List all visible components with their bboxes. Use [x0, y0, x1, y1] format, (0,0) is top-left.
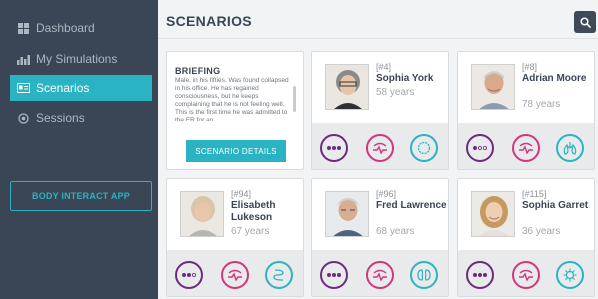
- dots-icon: [326, 145, 342, 151]
- specialty-badge[interactable]: [410, 261, 438, 289]
- cardiology-badge[interactable]: [512, 261, 540, 289]
- sidebar-item-sessions[interactable]: Sessions: [10, 105, 152, 131]
- search-icon: [579, 16, 591, 28]
- specialty-badge[interactable]: [410, 134, 438, 162]
- sidebar-item-label: Scenarios: [36, 81, 90, 95]
- sidebar: Dashboard My Simulations Scenarios Sessi…: [0, 0, 158, 299]
- cardiology-badge[interactable]: [366, 261, 394, 289]
- briefing-title: BRIEFING: [175, 66, 221, 76]
- header-divider: [158, 38, 598, 39]
- scenario-details-button[interactable]: SCENARIO DETAILS: [186, 140, 286, 162]
- avatar: [325, 64, 369, 110]
- briefing-card: BRIEFING Male, in his fifties. Was found…: [166, 51, 304, 170]
- scenario-id: [#115]: [522, 189, 547, 199]
- specialty-badge[interactable]: [556, 261, 584, 289]
- ecg-icon: [227, 269, 243, 281]
- patient-age: 68 years: [376, 226, 415, 237]
- patient-age: 36 years: [522, 226, 561, 237]
- scenario-id: [#96]: [376, 189, 397, 199]
- patient-name: Elisabeth Lukeson: [231, 200, 276, 223]
- specialty-badge[interactable]: [265, 261, 293, 289]
- cardiology-badge[interactable]: [512, 134, 540, 162]
- patient-age: 78 years: [522, 99, 561, 110]
- difficulty-badge[interactable]: [320, 261, 348, 289]
- search-button[interactable]: [574, 11, 596, 33]
- ecg-icon: [372, 269, 388, 281]
- scenario-card[interactable]: [#115] Sophia Garret 36 years: [457, 178, 595, 297]
- patient-name: Fred Lawrence: [376, 200, 447, 211]
- avatar: [471, 64, 515, 110]
- sidebar-item-scenarios[interactable]: Scenarios: [10, 75, 152, 101]
- digestive-icon: [271, 267, 287, 283]
- id-card-icon: [16, 81, 30, 95]
- patient-age: 67 years: [231, 226, 270, 237]
- patient-name: Sophia York: [376, 73, 434, 84]
- neuro-icon: [416, 140, 432, 156]
- page-title: SCENARIOS: [166, 13, 252, 29]
- dots-icon: [181, 272, 197, 278]
- avatar: [325, 191, 369, 237]
- dots-icon: [472, 145, 488, 151]
- patient-name: Adrian Moore: [522, 73, 587, 84]
- kidney-icon: [416, 267, 432, 283]
- briefing-text: Male, in his fifties. Was found collapse…: [175, 77, 289, 121]
- briefing-scrollbar[interactable]: [293, 86, 296, 112]
- patient-name: Sophia Garret: [522, 200, 589, 211]
- sidebar-item-dashboard[interactable]: Dashboard: [10, 15, 152, 41]
- sidebar-item-label: Sessions: [36, 111, 85, 125]
- target-icon: [16, 111, 30, 125]
- scenario-card[interactable]: [#96] Fred Lawrence 68 years: [311, 178, 449, 297]
- ecg-icon: [372, 142, 388, 154]
- sidebar-item-label: My Simulations: [36, 52, 118, 66]
- patient-age: 58 years: [376, 87, 415, 98]
- difficulty-badge[interactable]: [466, 134, 494, 162]
- dots-icon: [326, 272, 342, 278]
- grid-icon: [16, 21, 30, 35]
- difficulty-badge[interactable]: [320, 134, 348, 162]
- cardiology-badge[interactable]: [366, 134, 394, 162]
- avatar: [471, 191, 515, 237]
- ecg-icon: [518, 142, 534, 154]
- scenario-id: [#94]: [231, 189, 252, 199]
- cardiology-badge[interactable]: [221, 261, 249, 289]
- infection-icon: [562, 267, 578, 283]
- difficulty-badge[interactable]: [175, 261, 203, 289]
- scenario-id: [#8]: [522, 62, 538, 72]
- bar-chart-icon: [16, 52, 30, 66]
- scenario-card[interactable]: [#4] Sophia York 58 years: [311, 51, 449, 170]
- body-interact-app-button[interactable]: BODY INTERACT APP: [10, 181, 152, 211]
- sidebar-item-my-simulations[interactable]: My Simulations: [10, 46, 152, 72]
- ecg-icon: [518, 269, 534, 281]
- lungs-icon: [562, 140, 578, 156]
- specialty-badge[interactable]: [556, 134, 584, 162]
- scenario-id: [#4]: [376, 62, 392, 72]
- scenario-card[interactable]: [#94] Elisabeth Lukeson 67 years: [166, 178, 304, 297]
- difficulty-badge[interactable]: [466, 261, 494, 289]
- sidebar-item-label: Dashboard: [36, 21, 95, 35]
- dots-icon: [472, 272, 488, 278]
- scenario-card[interactable]: [#8] Adrian Moore 78 years: [457, 51, 595, 170]
- avatar: [180, 191, 224, 237]
